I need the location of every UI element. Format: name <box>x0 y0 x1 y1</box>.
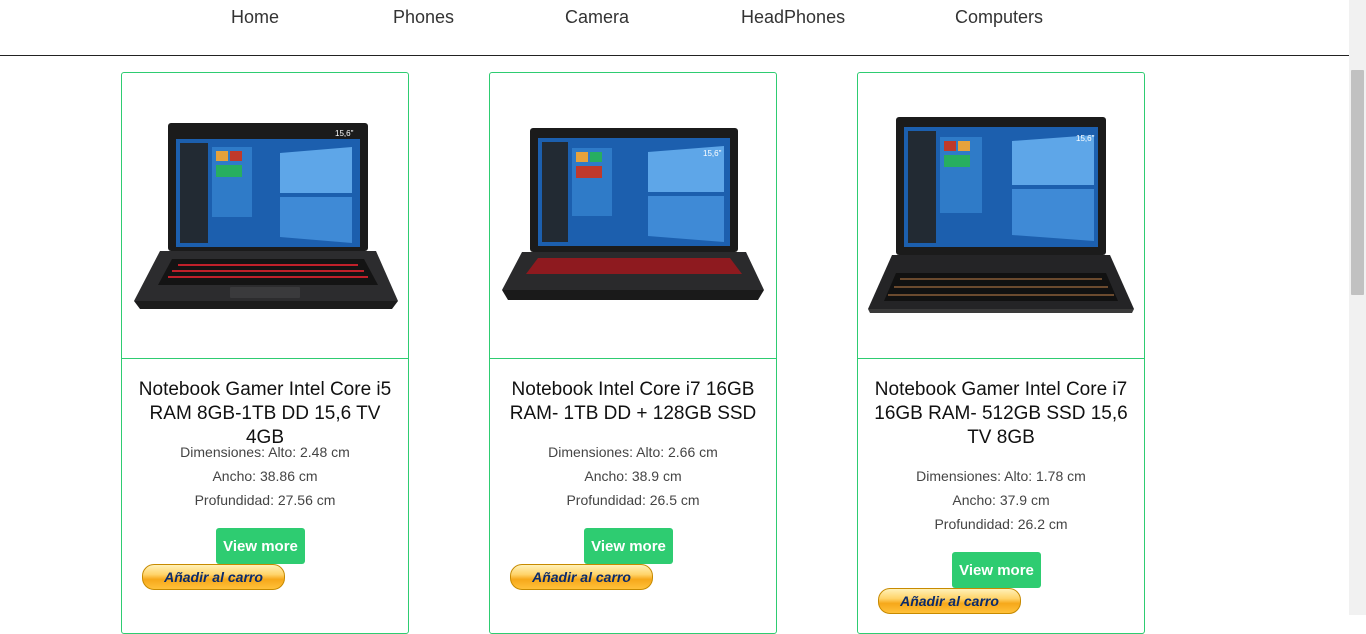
nav-home-link[interactable]: Home <box>231 7 279 28</box>
scrollbar-thumb[interactable] <box>1351 70 1364 295</box>
product-dimension-height: Dimensiones: Alto: 2.66 cm <box>548 444 718 460</box>
product-image-frame: 15,6" <box>490 73 776 359</box>
product-dimension-depth: Profundidad: 26.2 cm <box>934 516 1068 532</box>
product-dimension-height: Dimensiones: Alto: 1.78 cm <box>916 468 1086 484</box>
laptop-image: 15,6" <box>502 128 764 300</box>
screen-size-badge: 15,6" <box>335 129 354 138</box>
product-card: 15,6" Notebook Gamer Intel Core i7 16GB … <box>857 72 1145 634</box>
product-image-frame: 15,6" <box>858 73 1144 359</box>
product-dimension-width: Ancho: 37.9 cm <box>952 492 1050 508</box>
laptop-image: 15,6" <box>134 123 398 309</box>
nav-phones-link[interactable]: Phones <box>393 7 454 28</box>
nav-computers-link[interactable]: Computers <box>955 7 1043 28</box>
product-image-frame: 15,6" <box>122 73 408 359</box>
view-more-button[interactable]: View more <box>584 528 673 564</box>
add-to-cart-button[interactable]: Añadir al carro <box>142 564 285 590</box>
product-card: 15,6" Notebook Gamer Intel Core i5 RAM 8… <box>121 72 409 634</box>
top-navigation: Home Phones Camera HeadPhones Computers <box>0 0 1349 56</box>
product-card: 15,6" Notebook Intel Core i7 16GB RAM- 1… <box>489 72 777 634</box>
screen-size-badge: 15,6" <box>1076 134 1095 143</box>
product-dimension-depth: Profundidad: 26.5 cm <box>566 492 700 508</box>
product-dimension-height: Dimensiones: Alto: 2.48 cm <box>180 444 350 460</box>
view-more-button[interactable]: View more <box>216 528 305 564</box>
vertical-scrollbar[interactable] <box>1349 0 1366 615</box>
nav-headphones-link[interactable]: HeadPhones <box>741 7 845 28</box>
product-dimension-width: Ancho: 38.9 cm <box>584 468 682 484</box>
view-more-button[interactable]: View more <box>952 552 1041 588</box>
product-title: Notebook Gamer Intel Core i7 16GB RAM- 5… <box>874 379 1128 448</box>
product-title: Notebook Intel Core i7 16GB RAM- 1TB DD … <box>509 379 757 424</box>
product-dimension-width: Ancho: 38.86 cm <box>212 468 318 484</box>
add-to-cart-button[interactable]: Añadir al carro <box>510 564 653 590</box>
nav-camera-link[interactable]: Camera <box>565 7 629 28</box>
product-dimension-depth: Profundidad: 27.56 cm <box>194 492 336 508</box>
add-to-cart-button[interactable]: Añadir al carro <box>878 588 1021 614</box>
screen-size-badge: 15,6" <box>703 149 722 158</box>
laptop-image: 15,6" <box>868 117 1134 313</box>
